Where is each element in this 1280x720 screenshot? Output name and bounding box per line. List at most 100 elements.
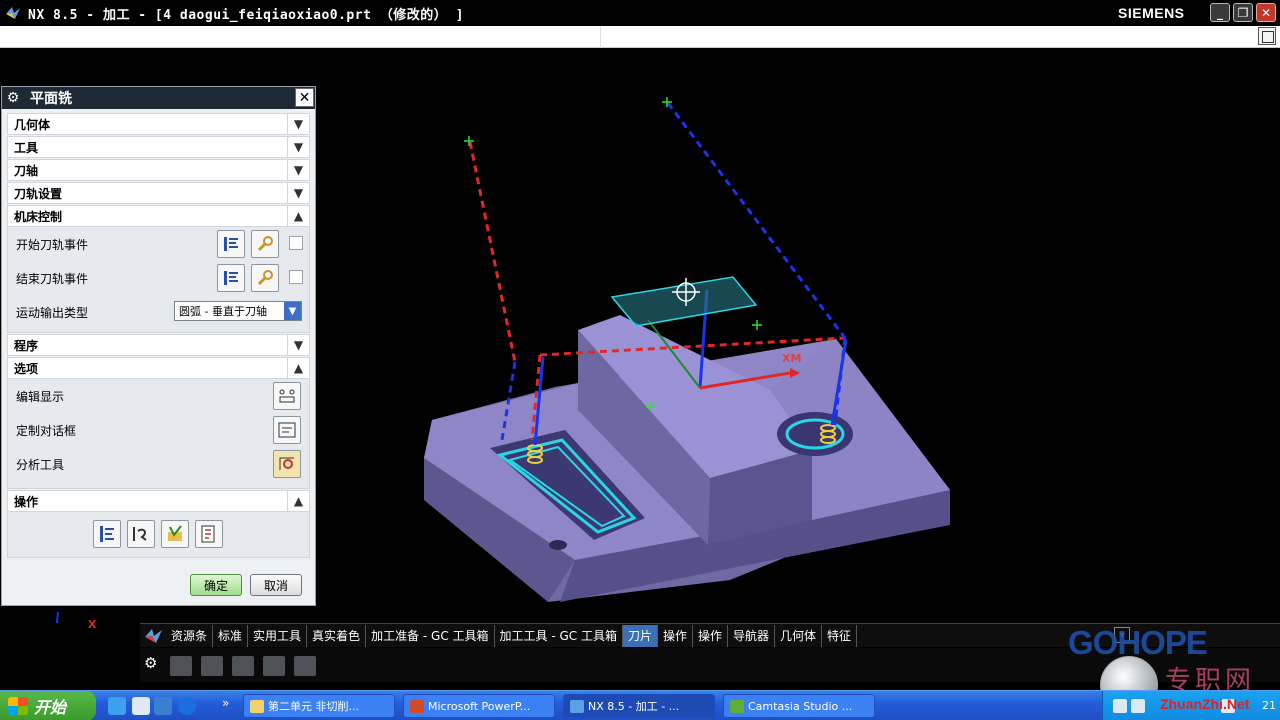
section-path-settings-label: 刀轨设置 [14,186,63,201]
end-event-label: 结束刀轨事件 [16,271,89,286]
tab-10[interactable]: 几何体 [775,624,823,647]
dialog-close-button[interactable]: ✕ [295,88,314,107]
end-event-edit-button[interactable] [251,264,279,292]
chevron-down-icon[interactable]: ▼ [287,335,309,355]
task-label: Camtasia Studio ... [748,699,853,713]
start-event-checkbox[interactable] [289,236,303,250]
motion-output-label: 运动输出类型 [16,305,89,320]
dialog-layout-icon [278,422,296,438]
cancel-button[interactable]: 取消 [250,574,302,596]
tab-3[interactable]: 真实着色 [307,624,367,647]
task-item-nx[interactable]: NX 8.5 - 加工 - ... [563,694,715,718]
menu-bar [0,26,1280,48]
start-event-copy-button[interactable] [217,230,245,258]
nx-logo-icon[interactable] [142,625,166,647]
ok-button[interactable]: 确定 [190,574,242,596]
tray-icon[interactable] [1113,699,1127,713]
section-geometry[interactable]: 几何体 ▼ [7,113,310,135]
generate-button[interactable] [93,520,121,548]
start-event-edit-button[interactable] [251,230,279,258]
planar-mill-dialog: ⚙ 平面铣 ✕ 几何体 ▼ 工具 ▼ 刀轴 ▼ 刀轨设置 ▼ 机床控制 ▲ 开始… [1,86,316,606]
section-tool[interactable]: 工具 ▼ [7,136,310,158]
tool-icon[interactable] [294,656,316,676]
list-document-icon [201,525,215,543]
start-label: 开始 [34,698,67,717]
tool-icon[interactable] [170,656,192,676]
chevron-up-icon[interactable]: ▲ [287,491,309,511]
section-program[interactable]: 程序 ▼ [7,334,310,356]
tab-11[interactable]: 特征 [822,624,858,647]
maximize-button[interactable]: ❐ [1233,3,1253,22]
task-item-powerpoint[interactable]: Microsoft PowerP... [403,694,555,718]
tab-8[interactable]: 操作 [693,624,729,647]
camtasia-icon [730,700,744,713]
edit-display-button[interactable] [273,382,301,410]
list-button[interactable] [195,520,223,548]
tab-list: 资源条 标准 实用工具 真实着色 加工准备 - GC 工具箱 加工工具 - GC 工具箱刀… [166,624,858,647]
minimize-button[interactable]: _ [1210,3,1230,22]
dropdown-arrow-icon[interactable]: ▼ [284,302,301,320]
window-title: NX 8.5 - 加工 - [4 daogui_feiqiaoxiao0.prt… [28,7,464,23]
verify-button[interactable] [161,520,189,548]
quicklaunch-more[interactable]: » [222,696,229,710]
tab-6[interactable]: 刀片 [622,624,658,647]
custom-dialog-button[interactable] [273,416,301,444]
media-icon[interactable] [154,697,172,715]
analysis-tools-row: 分析工具 [8,447,309,481]
dialog-title-bar: ⚙ 平面铣 ✕ [2,87,315,109]
chevron-down-icon[interactable]: ▼ [287,183,309,203]
gear-icon[interactable]: ⚙ [144,654,157,672]
task-item-folder[interactable]: 第二单元 非切削... [243,694,395,718]
tab-2[interactable]: 实用工具 [248,624,308,647]
motion-output-select[interactable]: 圆弧 - 垂直于刀轴 ▼ [174,301,302,321]
tab-0[interactable]: 资源条 [166,624,214,647]
screen: NX 8.5 - 加工 - [4 daogui_feiqiaoxiao0.prt… [0,0,1280,720]
end-event-copy-button[interactable] [217,264,245,292]
chevron-down-icon[interactable]: ▼ [287,160,309,180]
menu-divider [600,26,601,48]
task-label: NX 8.5 - 加工 - ... [588,700,680,713]
folder-icon [250,700,264,713]
start-event-row: 开始刀轨事件 [8,227,309,261]
tool-icon[interactable] [263,656,285,676]
end-event-checkbox[interactable] [289,270,303,284]
tab-1[interactable]: 标准 [213,624,249,647]
restore-view-button[interactable] [1258,27,1276,45]
analysis-tools-label: 分析工具 [16,457,65,472]
replay-button[interactable] [127,520,155,548]
skype-icon[interactable] [178,697,196,715]
chevron-down-icon[interactable]: ▼ [287,114,309,134]
custom-dialog-label: 定制对话框 [16,423,77,438]
tab-9[interactable]: 导航器 [728,624,776,647]
windows-taskbar: 开始 » 第二单元 非切削... Microsoft PowerP... NX … [0,690,1280,720]
start-button[interactable]: 开始 [0,691,96,720]
gear-icon[interactable]: ⚙ [4,89,22,107]
section-actions-label: 操作 [14,494,39,509]
motion-output-row: 运动输出类型 圆弧 - 垂直于刀轴 ▼ [8,295,309,329]
tab-7[interactable]: 操作 [658,624,693,647]
tab-4[interactable]: 加工准备 - GC 工具箱 [366,624,495,647]
chevron-up-icon[interactable]: ▲ [287,206,309,226]
task-item-camtasia[interactable]: Camtasia Studio ... [723,694,875,718]
section-geometry-label: 几何体 [14,117,51,132]
tab-5[interactable]: 加工工具 - GC 工具箱 [495,624,623,647]
section-machine-control[interactable]: 机床控制 ▲ [7,205,310,227]
analysis-tools-button[interactable] [273,450,301,478]
section-program-label: 程序 [14,338,39,353]
chevron-up-icon[interactable]: ▲ [287,358,309,378]
tool-icon[interactable] [232,656,254,676]
close-button[interactable]: ✕ [1256,3,1276,22]
title-bar: NX 8.5 - 加工 - [4 daogui_feiqiaoxiao0.prt… [0,0,1280,26]
section-options[interactable]: 选项 ▲ [7,357,310,379]
section-actions[interactable]: 操作 ▲ [7,490,310,512]
chevron-down-icon[interactable]: ▼ [287,137,309,157]
desktop-icon[interactable] [132,697,150,715]
tool-icon[interactable] [201,656,223,676]
section-tool-axis[interactable]: 刀轴 ▼ [7,159,310,181]
siemens-brand: SIEMENS [1118,5,1185,21]
tray-icon[interactable] [1131,699,1145,713]
section-path-settings[interactable]: 刀轨设置 ▼ [7,182,310,204]
windows-flag-icon [8,697,28,715]
section-tool-axis-label: 刀轴 [14,163,39,178]
ie-icon[interactable] [108,697,126,715]
